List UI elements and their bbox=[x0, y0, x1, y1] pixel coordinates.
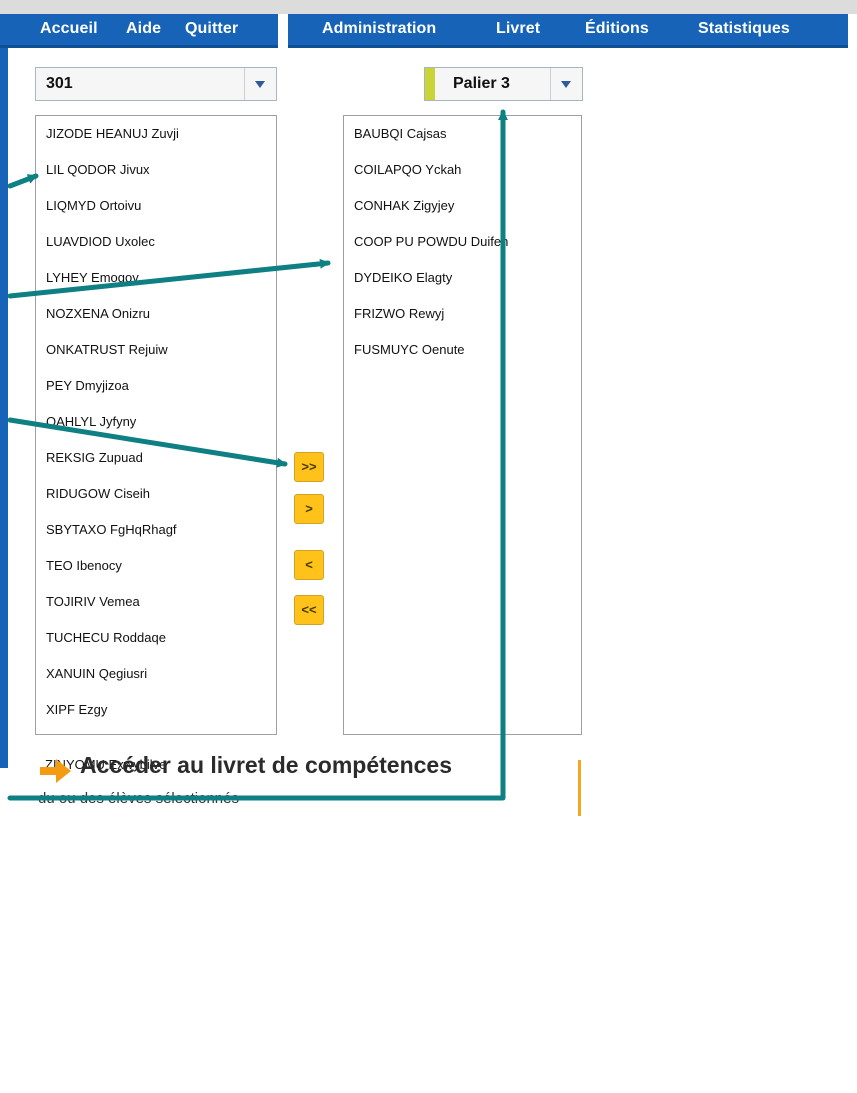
list-item[interactable]: SBYTAXO FgHqRhagf bbox=[46, 522, 177, 537]
class-select-value: 301 bbox=[46, 75, 73, 92]
nav-right-group: Administration Livret Éditions Statistiq… bbox=[288, 14, 848, 48]
nav-statistiques[interactable]: Statistiques bbox=[698, 20, 790, 38]
app-window: Accueil Aide Quitter Administration Livr… bbox=[0, 0, 857, 1093]
list-item[interactable]: ONKATRUST Rejuiw bbox=[46, 342, 168, 357]
arrow-right-icon bbox=[40, 759, 71, 783]
student-list-selected[interactable]: BAUBQI Cajsas COILAPQO Yckah CONHAK Zigy… bbox=[343, 115, 582, 735]
list-item[interactable]: LUAVDIOD Uxolec bbox=[46, 234, 155, 249]
list-item[interactable]: JIZODE HEANUJ Zuvji bbox=[46, 126, 179, 141]
nav-livret[interactable]: Livret bbox=[496, 20, 540, 38]
list-item[interactable]: TOJIRIV Vemea bbox=[46, 594, 140, 609]
list-item[interactable]: REKSIG Zupuad bbox=[46, 450, 143, 465]
top-strip bbox=[0, 0, 857, 14]
list-item[interactable]: QAHLYL Jyfyny bbox=[46, 414, 136, 429]
open-livret-link[interactable]: Accéder au livret de compétences du ou d… bbox=[36, 748, 576, 818]
list-item[interactable]: DYDEIKO Elagty bbox=[354, 270, 452, 285]
annotation-arrow bbox=[7, 173, 39, 189]
left-accent-bar bbox=[0, 48, 8, 768]
list-item[interactable]: COOP PU POWDU Duifeh bbox=[354, 234, 508, 249]
list-item[interactable]: XIPF Ezgy bbox=[46, 702, 107, 717]
cta-subtitle: du ou des élèves sélectionnés bbox=[38, 790, 239, 807]
class-select[interactable]: 301 bbox=[35, 67, 277, 101]
cta-title: Accéder au livret de compétences bbox=[80, 752, 452, 778]
student-list-available[interactable]: JIZODE HEANUJ Zuvji LIL QODOR Jivux LIQM… bbox=[35, 115, 277, 735]
list-item[interactable]: TEO Ibenocy bbox=[46, 558, 122, 573]
move-all-right-button[interactable]: >> bbox=[294, 452, 324, 482]
nav-left-group: Accueil Aide Quitter bbox=[0, 14, 278, 48]
list-item[interactable]: NOZXENA Onizru bbox=[46, 306, 150, 321]
nav-aide[interactable]: Aide bbox=[126, 20, 161, 38]
palier-select[interactable]: Palier 3 bbox=[424, 67, 583, 101]
move-right-button[interactable]: > bbox=[294, 494, 324, 524]
chevron-down-icon bbox=[550, 68, 582, 100]
nav-administration[interactable]: Administration bbox=[322, 20, 436, 38]
list-item[interactable]: LIL QODOR Jivux bbox=[46, 162, 150, 177]
list-item[interactable]: RIDUGOW Ciseih bbox=[46, 486, 150, 501]
chevron-down-icon bbox=[244, 68, 276, 100]
list-item[interactable]: LIQMYD Ortoivu bbox=[46, 198, 141, 213]
list-item[interactable]: BAUBQI Cajsas bbox=[354, 126, 446, 141]
palier-color-tag bbox=[425, 68, 435, 100]
top-navigation: Accueil Aide Quitter Administration Livr… bbox=[0, 0, 857, 48]
list-item[interactable]: XANUIN Qegiusri bbox=[46, 666, 147, 681]
list-item[interactable]: LYHEY Emogoy bbox=[46, 270, 139, 285]
cta-divider bbox=[578, 760, 581, 816]
move-left-button[interactable]: < bbox=[294, 550, 324, 580]
nav-editions[interactable]: Éditions bbox=[585, 20, 649, 38]
list-item[interactable]: CONHAK Zigyjey bbox=[354, 198, 454, 213]
palier-select-value: Palier 3 bbox=[453, 75, 510, 92]
move-all-left-button[interactable]: << bbox=[294, 595, 324, 625]
nav-accueil[interactable]: Accueil bbox=[40, 20, 98, 38]
list-item[interactable]: PEY Dmyjizoa bbox=[46, 378, 129, 393]
list-item[interactable]: TUCHECU Roddaqe bbox=[46, 630, 166, 645]
list-item[interactable]: COILAPQO Yckah bbox=[354, 162, 461, 177]
nav-quitter[interactable]: Quitter bbox=[185, 20, 238, 38]
list-item[interactable]: FUSMUYC Oenute bbox=[354, 342, 465, 357]
list-item[interactable]: FRIZWO Rewyj bbox=[354, 306, 444, 321]
